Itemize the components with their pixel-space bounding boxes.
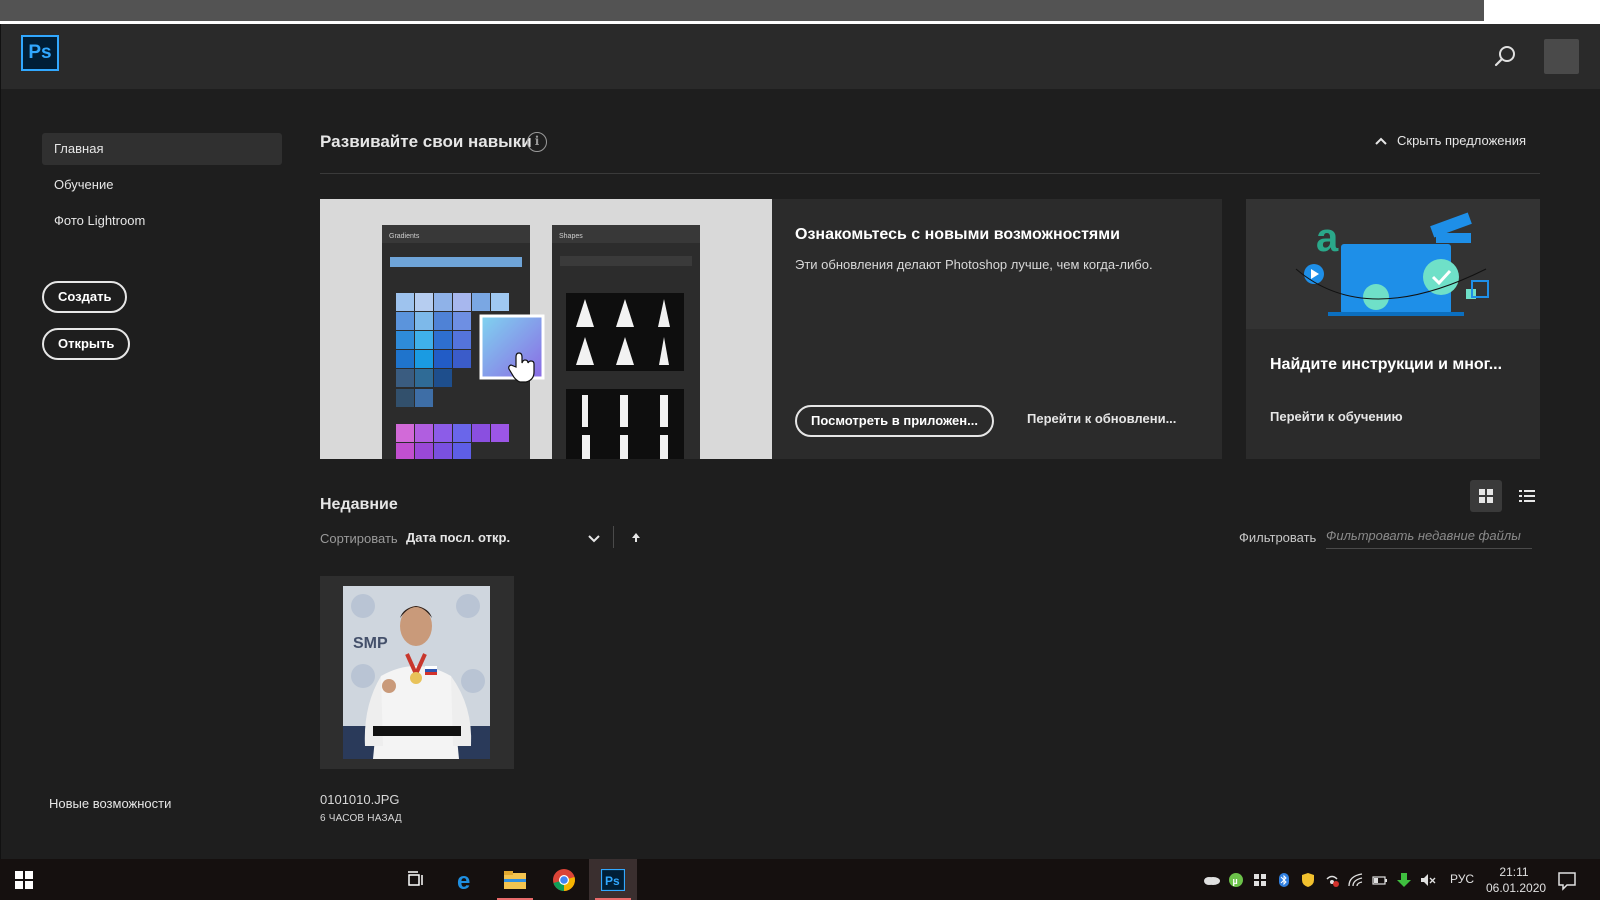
file-thumbnail: SMP [343,586,490,759]
action-center-icon[interactable] [1555,868,1579,892]
svg-text:a: a [1316,216,1339,260]
app-header: Ps [0,24,1600,89]
svg-text:SMP: SMP [353,635,388,652]
search-icon[interactable] [1491,43,1519,71]
tutorial-illustration: a [1246,199,1540,329]
section-divider [320,173,1540,174]
feature-illustration: Gradients Shapes [320,199,772,459]
photoshop-taskbar-icon[interactable]: Ps [589,859,637,900]
utorrent-icon[interactable]: µ [1224,859,1248,900]
list-icon [1519,490,1535,502]
go-to-learn-link[interactable]: Перейти к обучению [1270,409,1403,424]
file-name[interactable]: 0101010.JPG [320,792,400,807]
grid-view-button[interactable] [1470,480,1502,512]
recent-file-card[interactable]: SMP [320,576,514,769]
title-bar-area [0,0,1484,21]
sort-divider [613,526,614,548]
recent-title: Недавние [320,496,398,513]
sort-dropdown[interactable]: Дата посл. откр. [406,525,604,551]
bluetooth-icon[interactable] [1272,859,1296,900]
info-icon[interactable]: i [527,132,547,152]
svg-text:Ps: Ps [605,874,620,888]
volume-muted-icon[interactable] [1416,859,1440,900]
chevron-up-icon [1375,137,1387,145]
list-view-button[interactable] [1511,480,1543,512]
feature-title: Ознакомьтесь с новыми возможностями [795,226,1120,243]
windows-start-icon[interactable] [0,859,48,900]
shapes-panel-title: Shapes [559,233,583,240]
system-tray: µ [1200,859,1440,900]
skills-title: Развивайте свои навыки [320,132,532,151]
download-icon[interactable] [1392,859,1416,900]
sidebar-item-lightroom-photos[interactable]: Фото Lightroom [42,205,282,237]
battery-icon[interactable] [1368,859,1392,900]
taskbar-clock[interactable]: 21:11 06.01.2020 [1486,864,1547,896]
feature-subtitle: Эти обновления делают Photoshop лучше, ч… [795,257,1153,272]
avatar[interactable] [1544,39,1579,74]
window-top-strip [0,0,1600,24]
sort-direction-button[interactable] [627,525,645,549]
go-to-updates-link[interactable]: Перейти к обновлени... [1027,411,1176,426]
gradients-panel-title: Gradients [389,233,420,240]
whats-new-card: Gradients Shapes Ознакомьтесь с новыми в… [320,199,1222,459]
clock-time: 21:11 [1499,865,1529,879]
sidebar-item-learn[interactable]: Обучение [42,169,282,201]
filter-recent-input[interactable] [1326,523,1532,549]
input-language-indicator[interactable]: РУС [1450,872,1474,886]
chevron-down-icon [588,535,600,543]
shield-icon[interactable] [1296,859,1320,900]
open-button[interactable]: Открыть [42,328,131,360]
file-time: 6 ЧАСОВ НАЗАД [320,813,402,824]
clock-date: 06.01.2020 [1486,881,1547,895]
hide-suggestions-button[interactable]: Скрыть предложения [1375,133,1526,148]
windows-taskbar: e Ps µ РУС 21:11 06.01.2020 [0,859,1600,900]
edge-browser-icon[interactable]: e [443,859,491,900]
photoshop-logo[interactable]: Ps [21,35,59,71]
wifi-hotspot-icon[interactable] [1320,859,1344,900]
arrow-up-icon [632,533,640,542]
tutorial-title: Найдите инструкции и мног... [1270,356,1503,373]
create-button[interactable]: Создать [42,281,128,313]
onedrive-icon[interactable] [1200,859,1224,900]
grid-icon [1479,489,1493,503]
svg-text:µ: µ [1233,876,1238,886]
wifi-icon[interactable] [1344,859,1368,900]
sort-value: Дата посл. откр. [406,530,511,545]
sort-label: Сортировать [320,531,398,546]
home-screen: Главная Обучение Фото Lightroom Создать … [0,89,1600,859]
sidebar-item-home[interactable]: Главная [42,133,282,165]
svg-text:e: e [457,868,470,892]
chrome-browser-icon[interactable] [540,859,588,900]
tutorials-card[interactable]: a Найдите инструкции и мног... Перейти к… [1246,199,1540,459]
view-in-app-button[interactable]: Посмотреть в приложен... [795,405,994,437]
whats-new-link[interactable]: Новые возможности [49,796,171,811]
filter-label: Фильтровать [1239,530,1317,545]
hide-suggestions-label: Скрыть предложения [1397,133,1527,148]
file-explorer-icon[interactable] [491,859,539,900]
task-view-icon[interactable] [392,859,440,900]
network-security-icon[interactable] [1248,859,1272,900]
